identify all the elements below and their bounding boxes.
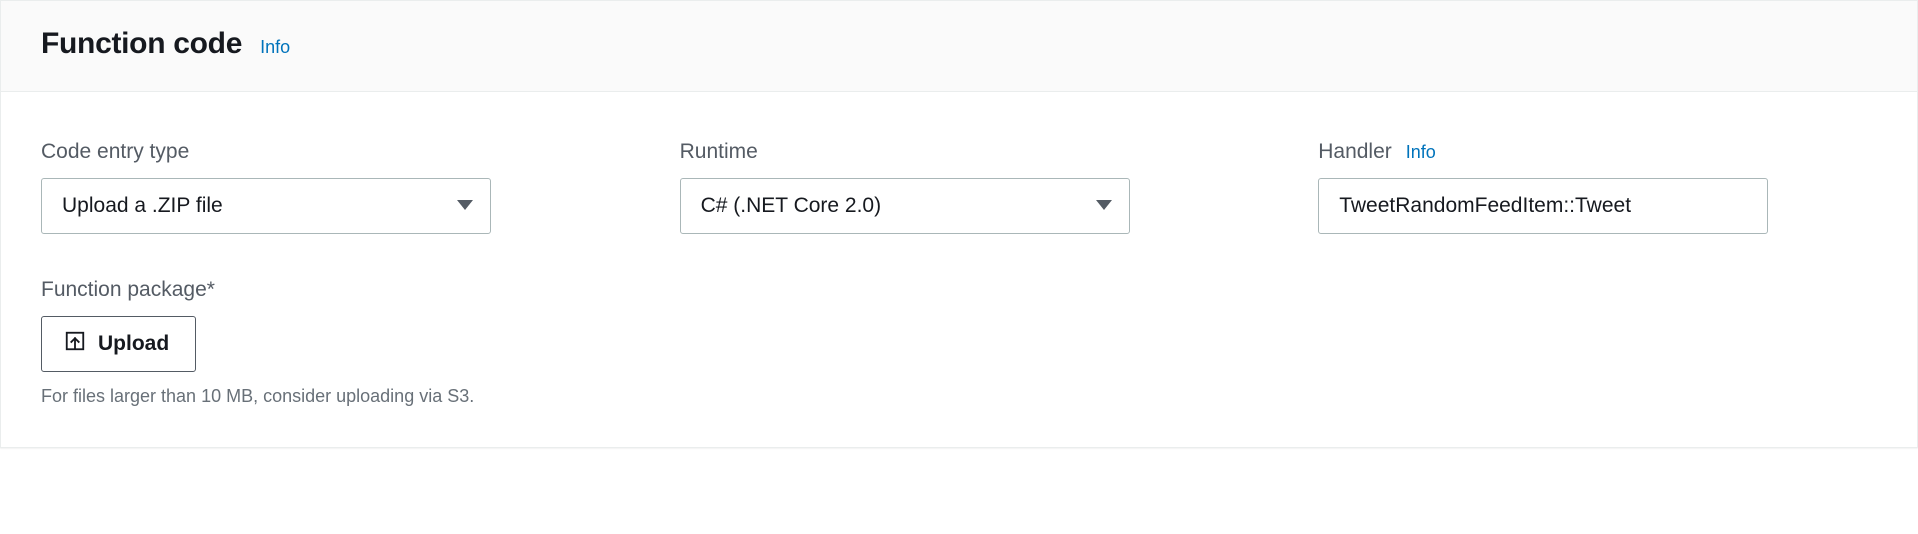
function-package-label: Function package* — [41, 278, 1877, 302]
code-entry-type-label-text: Code entry type — [41, 140, 189, 164]
upload-hint: For files larger than 10 MB, consider up… — [41, 386, 1877, 407]
panel-title: Function code — [41, 27, 242, 61]
runtime-label: Runtime — [680, 140, 1319, 164]
runtime-group: Runtime C# (.NET Core 2.0) — [680, 140, 1319, 234]
function-package-group: Function package* Upload For files large… — [41, 278, 1877, 407]
handler-group: Handler Info — [1318, 140, 1877, 234]
panel-body: Code entry type Upload a .ZIP file Runti… — [1, 92, 1917, 447]
handler-label-text: Handler — [1318, 140, 1392, 164]
upload-icon — [64, 330, 86, 358]
runtime-value: C# (.NET Core 2.0) — [680, 178, 1130, 234]
code-entry-type-label: Code entry type — [41, 140, 680, 164]
function-code-panel: Function code Info Code entry type Uploa… — [0, 0, 1918, 448]
code-entry-type-value: Upload a .ZIP file — [41, 178, 491, 234]
header-info-link[interactable]: Info — [260, 37, 290, 58]
runtime-select[interactable]: C# (.NET Core 2.0) — [680, 178, 1130, 234]
handler-label: Handler Info — [1318, 140, 1877, 164]
upload-button[interactable]: Upload — [41, 316, 196, 372]
code-entry-type-select[interactable]: Upload a .ZIP file — [41, 178, 491, 234]
function-package-label-text: Function package* — [41, 278, 215, 302]
handler-input[interactable] — [1318, 178, 1768, 234]
fields-row: Code entry type Upload a .ZIP file Runti… — [41, 140, 1877, 234]
code-entry-type-group: Code entry type Upload a .ZIP file — [41, 140, 680, 234]
upload-button-label: Upload — [98, 332, 169, 356]
runtime-label-text: Runtime — [680, 140, 758, 164]
handler-info-link[interactable]: Info — [1406, 142, 1436, 163]
panel-header: Function code Info — [1, 1, 1917, 92]
